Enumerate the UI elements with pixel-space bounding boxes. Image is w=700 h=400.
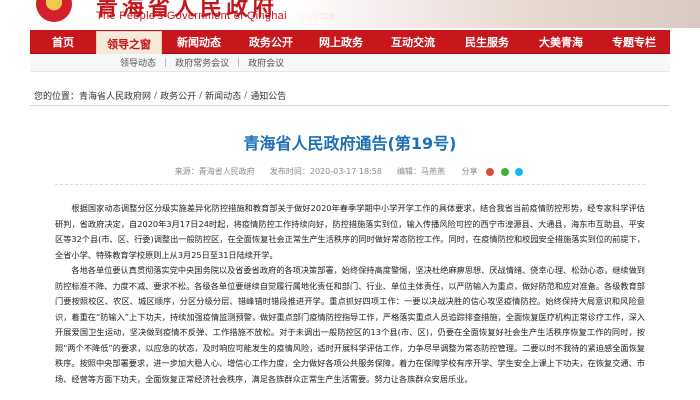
meta-date: 2020-03-17 18:58: [309, 167, 382, 176]
article-body: 根据国家动态调整分区分级实施差异化防控措施和教育部关于做好2020年春季学期中小…: [55, 201, 645, 387]
header-scenery-image: [290, 0, 700, 28]
article-paragraph: 根据国家动态调整分区分级实施差异化防控措施和教育部关于做好2020年春季学期中小…: [55, 203, 645, 260]
subnav-separator: |: [237, 57, 241, 68]
meta-date-label: 发布时间：: [269, 167, 310, 176]
breadcrumb-item-gov-affairs[interactable]: 政务公开: [160, 89, 196, 102]
breadcrumb-separator: /: [199, 90, 203, 101]
breadcrumb-item-home[interactable]: 青海省人民政府网: [79, 89, 151, 102]
article-meta: 来源：青海省人民政府 发布时间：2020-03-17 18:58 编辑：马燕燕 …: [0, 166, 700, 177]
nav-item-public-services[interactable]: 民生服务: [450, 30, 524, 54]
nav-item-leadership[interactable]: 领导之窗: [96, 31, 162, 55]
breadcrumb-item-news[interactable]: 新闻动态: [205, 89, 241, 102]
meta-divider: [55, 184, 645, 185]
national-emblem-icon: [36, 0, 72, 22]
share-buttons: [484, 167, 525, 176]
subnav-leader-news[interactable]: 领导动态: [120, 56, 156, 69]
nav-item-news[interactable]: 新闻动态: [162, 30, 236, 54]
meta-editor: 马燕燕: [421, 167, 446, 176]
weibo-share-icon[interactable]: [486, 167, 495, 176]
site-header: 青海省人民政府 The People's Government of Qingh…: [0, 0, 700, 28]
main-nav: 首页 领导之窗 新闻动态 政务公开 网上政务 互动交流 民生服务 大美青海 专题…: [30, 30, 670, 55]
subnav-separator: |: [164, 57, 168, 68]
article-paragraph: 各地各单位要认真贯彻落实党中央国务院以及省委省政府的各项决策部署，始终保持高度警…: [55, 265, 645, 384]
meta-source-label: 来源：: [174, 167, 199, 176]
nav-item-beautiful-qinghai[interactable]: 大美青海: [524, 30, 598, 54]
meta-editor-label: 编辑：: [397, 167, 422, 176]
breadcrumb-prefix: 您的位置：: [34, 92, 80, 102]
meta-source: 青海省人民政府: [198, 167, 255, 176]
nav-item-gov-affairs[interactable]: 政务公开: [236, 30, 306, 54]
wechat-share-icon[interactable]: [500, 167, 509, 176]
nav-item-online-services[interactable]: 网上政务: [306, 30, 376, 54]
share-label: 分享: [461, 167, 478, 176]
nav-item-special-topics[interactable]: 专题专栏: [598, 30, 670, 54]
breadcrumb-item-notices[interactable]: 通知公告: [250, 89, 286, 102]
breadcrumb-separator: /: [154, 90, 158, 101]
qq-share-icon[interactable]: [515, 167, 524, 176]
breadcrumb-separator: /: [244, 90, 248, 101]
subnav-executive-meeting[interactable]: 政府常务会议: [175, 56, 229, 69]
subnav-gov-meeting[interactable]: 政府会议: [248, 56, 284, 69]
article-title: 青海省人民政府通告(第19号): [243, 134, 457, 153]
nav-item-interaction[interactable]: 互动交流: [376, 30, 450, 54]
breadcrumb: 您的位置： 青海省人民政府网 / 政务公开 / 新闻动态 / 通知公告: [30, 86, 670, 106]
sub-nav: 领导动态 | 政府常务会议 | 政府会议: [30, 54, 670, 72]
nav-item-home[interactable]: 首页: [30, 30, 96, 54]
